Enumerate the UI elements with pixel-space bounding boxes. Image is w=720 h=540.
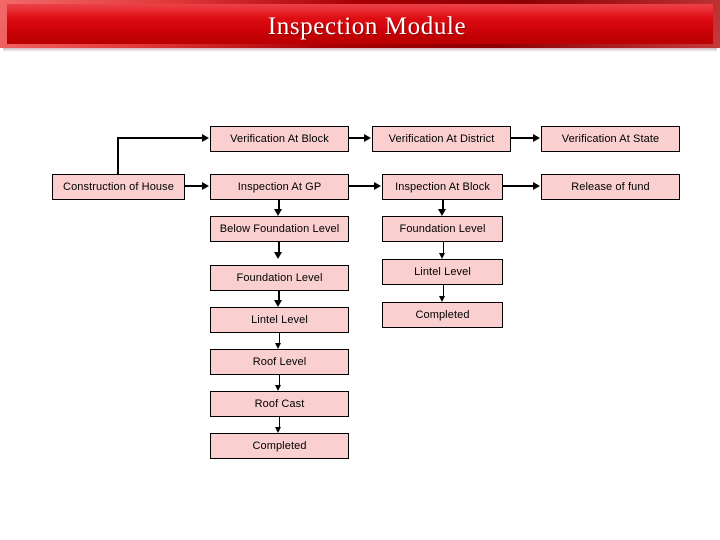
connector-inspection-gp-to-inspection-block	[348, 185, 375, 187]
arrowhead-gp-foundation-level-in	[274, 252, 282, 259]
node-verification-at-district[interactable]: Verification At District	[372, 126, 511, 152]
arrowhead-verification-at-district-in	[364, 133, 371, 142]
node-below-foundation-level[interactable]: Below Foundation Level	[210, 216, 349, 242]
connector-construction-to-inspection-gp	[184, 185, 203, 187]
node-construction-of-house[interactable]: Construction of House	[52, 174, 185, 200]
node-gp-roof-cast[interactable]: Roof Cast	[210, 391, 349, 417]
arrowhead-verification-at-state-in	[533, 133, 540, 142]
node-verification-at-state[interactable]: Verification At State	[541, 126, 680, 152]
banner-shadow	[3, 48, 717, 52]
node-gp-foundation-level[interactable]: Foundation Level	[210, 265, 349, 291]
node-block-completed[interactable]: Completed	[382, 302, 503, 328]
connector-inspection-block-to-release-of-fund	[503, 185, 535, 187]
node-inspection-at-block[interactable]: Inspection At Block	[382, 174, 503, 200]
arrowhead-block-foundation-level-in	[438, 209, 446, 216]
arrowhead-inspection-at-block-in	[374, 181, 381, 190]
node-block-lintel-level[interactable]: Lintel Level	[382, 259, 503, 285]
title-banner: Inspection Module	[0, 0, 720, 48]
arrowhead-release-of-fund-in	[533, 181, 540, 190]
arrowhead-verification-at-block-in	[202, 133, 209, 142]
arrowhead-below-foundation-level-in	[274, 209, 282, 216]
connector-construction-to-verification-block-horizontal	[117, 137, 203, 139]
connector-verification-block-to-district	[348, 137, 365, 139]
connector-verification-district-to-state	[511, 137, 535, 139]
node-block-foundation-level[interactable]: Foundation Level	[382, 216, 503, 242]
node-inspection-at-gp[interactable]: Inspection At GP	[210, 174, 349, 200]
arrowhead-gp-lintel-level-in	[274, 300, 282, 307]
node-verification-at-block[interactable]: Verification At Block	[210, 126, 349, 152]
node-release-of-fund[interactable]: Release of fund	[541, 174, 680, 200]
arrowhead-inspection-at-gp-in	[202, 181, 209, 190]
node-gp-roof-level[interactable]: Roof Level	[210, 349, 349, 375]
node-gp-lintel-level[interactable]: Lintel Level	[210, 307, 349, 333]
page-title: Inspection Module	[267, 13, 467, 40]
connector-construction-to-verification-block-vertical	[117, 137, 119, 175]
node-gp-completed[interactable]: Completed	[210, 433, 349, 459]
